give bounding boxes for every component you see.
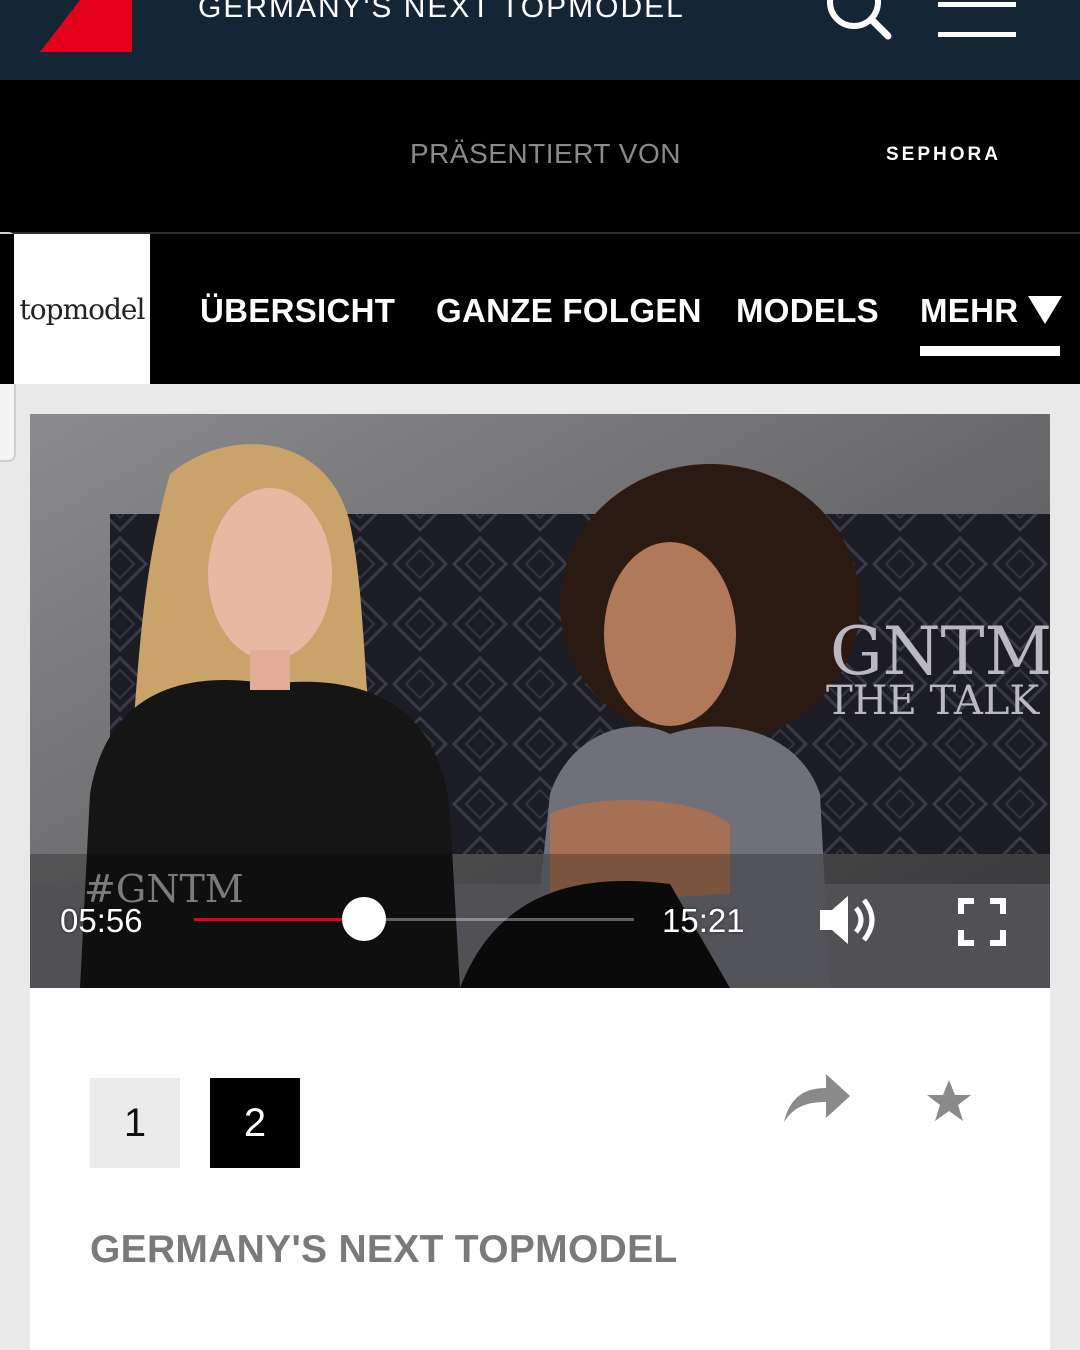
- nav-item-models[interactable]: MODELS: [736, 292, 879, 330]
- seek-bar-progress: [194, 918, 365, 921]
- current-time: 05:56: [60, 902, 143, 939]
- page-button-1[interactable]: 1: [90, 1078, 180, 1168]
- topmodel-logo-text: topmodel: [19, 292, 146, 326]
- presented-by-label: PRÄSENTIERT VON: [410, 138, 681, 169]
- sponsor-logo[interactable]: SEPHORA: [886, 144, 1001, 166]
- nav-item-uebersicht[interactable]: ÜBERSICHT: [200, 292, 395, 330]
- top-header: GERMANY'S NEXT TOPMODEL: [0, 0, 1080, 80]
- star-icon[interactable]: [926, 1078, 972, 1124]
- fullscreen-icon[interactable]: [958, 898, 1006, 946]
- svg-text:THE TALK: THE TALK: [826, 678, 1040, 724]
- nav-item-mehr[interactable]: MEHR: [920, 292, 1062, 330]
- sponsor-bar: PRÄSENTIERT VON SEPHORA: [0, 80, 1080, 235]
- prosieben-logo[interactable]: [40, 0, 132, 52]
- search-icon[interactable]: [822, 0, 894, 40]
- volume-icon[interactable]: [816, 892, 880, 948]
- menu-icon[interactable]: [938, 0, 1018, 40]
- topmodel-logo[interactable]: topmodel: [14, 234, 150, 384]
- seek-bar[interactable]: [194, 897, 634, 941]
- page-button-2[interactable]: 2: [210, 1078, 300, 1168]
- share-icon[interactable]: [782, 1070, 852, 1126]
- nav-active-indicator: [920, 346, 1060, 356]
- episode-card: 1 2 GERMANY'S NEXT TOPMODEL: [30, 988, 1050, 1350]
- nav-item-mehr-label: MEHR: [920, 292, 1019, 329]
- duration: 15:21: [662, 902, 745, 939]
- nav-item-ganze-folgen[interactable]: GANZE FOLGEN: [436, 292, 702, 330]
- show-nav: topmodel ÜBERSICHT GANZE FOLGEN MODELS M…: [0, 234, 1080, 384]
- show-title: GERMANY'S NEXT TOPMODEL: [90, 1228, 678, 1271]
- app-title: GERMANY'S NEXT TOPMODEL: [198, 0, 685, 24]
- video-player[interactable]: GNTM THE TALK #GNTM 05:56 15:21: [30, 414, 1050, 988]
- triangle-down-icon: [1027, 296, 1062, 324]
- video-frame: GNTM THE TALK #GNTM: [30, 414, 1050, 988]
- seek-handle[interactable]: [342, 897, 387, 941]
